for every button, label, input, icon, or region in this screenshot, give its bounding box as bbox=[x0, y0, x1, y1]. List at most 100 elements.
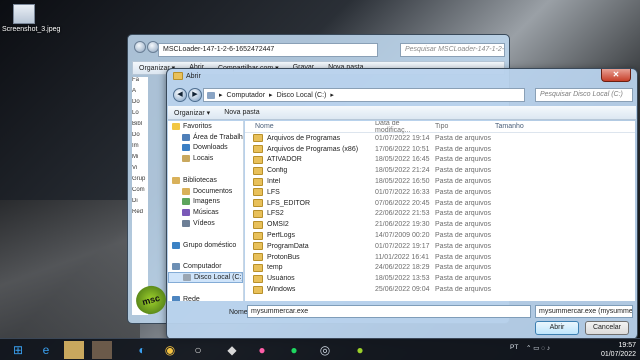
back-nav-item[interactable]: Á bbox=[132, 88, 148, 99]
back-nav-item[interactable]: Lo bbox=[132, 110, 148, 121]
file-row[interactable]: temp 24/06/2022 18:29 Pasta de arquivos bbox=[245, 263, 635, 274]
computer-icon bbox=[207, 91, 215, 99]
file-row[interactable]: OMSI2 21/06/2022 19:30 Pasta de arquivos bbox=[245, 219, 635, 230]
back-nav-item[interactable]: Do bbox=[132, 99, 148, 110]
sidebar-item-label: Computador bbox=[183, 263, 222, 271]
drive-icon bbox=[183, 274, 191, 282]
back-nav-item[interactable]: Com bbox=[132, 187, 148, 198]
sidebar-item-label: Área de Trabalho bbox=[193, 133, 243, 141]
photos-icon[interactable] bbox=[92, 341, 112, 359]
back-nav-item[interactable]: Im bbox=[132, 143, 148, 154]
file-name-text: ProtonBus bbox=[267, 253, 300, 261]
folder-icon bbox=[253, 199, 263, 208]
column-size[interactable]: Tamanho bbox=[495, 123, 535, 130]
file-type-select[interactable]: mysummercar.exe (mysummer bbox=[535, 305, 633, 318]
sidebar-item[interactable]: Rede bbox=[168, 294, 243, 301]
sidebar-item bbox=[168, 251, 243, 262]
sidebar-item[interactable]: Músicas bbox=[168, 207, 243, 218]
sidebar-item[interactable]: Grupo doméstico bbox=[168, 240, 243, 251]
file-date-cell: 17/06/2022 10:51 bbox=[375, 145, 430, 153]
file-row[interactable]: ProgramData 01/07/2022 19:17 Pasta de arqu… bbox=[245, 241, 635, 252]
file-row[interactable]: PerfLogs 14/07/2009 00:20 Pasta de arquivo… bbox=[245, 230, 635, 241]
cancel-button[interactable]: Cancelar bbox=[585, 321, 629, 335]
spotify-icon[interactable]: ● bbox=[284, 341, 304, 359]
steam-icon[interactable]: ◎ bbox=[315, 341, 335, 359]
obs-pink-icon[interactable]: ● bbox=[252, 341, 272, 359]
forward-button[interactable]: ▶ bbox=[188, 88, 202, 102]
sidebar-item[interactable]: Vídeos bbox=[168, 218, 243, 229]
dialog-toolbar: Organizar ▾ Nova pasta bbox=[168, 106, 636, 120]
organize-button[interactable]: Organizar ▾ bbox=[174, 109, 210, 117]
chrome-icon[interactable]: ◉ bbox=[160, 341, 180, 359]
back-nav-item[interactable]: Do bbox=[132, 132, 148, 143]
open-button[interactable]: Abrir bbox=[535, 321, 579, 335]
back-nav-item[interactable]: Bibl bbox=[132, 121, 148, 132]
file-name-cell: ProtonBus bbox=[245, 253, 375, 262]
file-row[interactable]: Intel 18/05/2022 16:50 Pasta de arquivos bbox=[245, 176, 635, 187]
file-row[interactable]: Config 18/05/2022 21:24 Pasta de arquivos bbox=[245, 165, 635, 176]
file-date-cell: 18/05/2022 16:50 bbox=[375, 178, 430, 186]
sidebar-item[interactable]: Documentos bbox=[168, 186, 243, 197]
sidebar-item[interactable]: Downloads bbox=[168, 143, 243, 154]
breadcrumb-computer[interactable]: Computador bbox=[227, 92, 266, 99]
language-indicator[interactable]: PT bbox=[510, 344, 518, 351]
sidebar-item[interactable]: Favoritos bbox=[168, 121, 243, 132]
sidebar-item[interactable]: Disco Local (C:) bbox=[168, 272, 243, 283]
back-button[interactable]: ◀ bbox=[173, 88, 187, 102]
sidebar-item[interactable]: Computador bbox=[168, 261, 243, 272]
back-nav-item[interactable]: Red bbox=[132, 209, 148, 220]
folder-icon bbox=[253, 274, 263, 283]
sidebar-item[interactable]: Locais bbox=[168, 153, 243, 164]
back-nav-item[interactable]: Di bbox=[132, 198, 148, 209]
file-name-cell: Config bbox=[245, 166, 375, 175]
back-nav-item[interactable]: Grup bbox=[132, 176, 148, 187]
file-row[interactable]: Windows 25/06/2022 09:04 Pasta de arquivos bbox=[245, 284, 635, 295]
msc-icon[interactable]: ● bbox=[350, 341, 370, 359]
file-row[interactable]: LFS2 22/06/2022 21:53 Pasta de arquivos bbox=[245, 209, 635, 220]
start-icon[interactable]: ⊞ bbox=[8, 341, 28, 359]
edge-icon[interactable]: e bbox=[36, 341, 56, 359]
file-row[interactable]: LFS_EDITOR 07/06/2022 20:45 Pasta de arqui… bbox=[245, 198, 635, 209]
explorer-icon[interactable] bbox=[64, 341, 84, 359]
navigation-pane: Favoritos Área de Trabalho Downloads Locais… bbox=[168, 121, 244, 301]
tray-icons[interactable]: ⌃ ▭ ◌ ♪ bbox=[526, 344, 550, 352]
address-bar[interactable]: ▸ Computador ▸ Disco Local (C:) ▸ bbox=[203, 88, 525, 102]
edge-icon[interactable]: ◐ bbox=[132, 341, 152, 359]
sidebar-item-label: Downloads bbox=[193, 144, 228, 152]
folder-icon bbox=[253, 155, 263, 164]
desktop-file-icon[interactable]: Screenshot_3.jpeg bbox=[2, 4, 60, 33]
epic-icon[interactable]: ◆ bbox=[222, 341, 242, 359]
file-row[interactable]: Arquivos de Programas (x86) 17/06/2022 10… bbox=[245, 144, 635, 155]
new-folder-button[interactable]: Nova pasta bbox=[224, 109, 259, 116]
back-nav-item[interactable]: Vi bbox=[132, 165, 148, 176]
folder-icon bbox=[253, 263, 263, 272]
back-icon[interactable] bbox=[134, 41, 146, 53]
breadcrumb-drive[interactable]: Disco Local (C:) bbox=[277, 92, 327, 99]
sidebar-item[interactable]: Bibliotecas bbox=[168, 175, 243, 186]
file-row[interactable]: Usuários 18/05/2022 13:53 Pasta de arquivo… bbox=[245, 273, 635, 284]
file-row[interactable]: ATIVADOR 18/05/2022 16:45 Pasta de arquivo… bbox=[245, 155, 635, 166]
search-input[interactable]: Pesquisar Disco Local (C:) bbox=[535, 88, 633, 102]
sidebar-item[interactable]: Imagens bbox=[168, 197, 243, 208]
folder-icon bbox=[253, 231, 263, 240]
file-row[interactable]: LFS 01/07/2022 16:33 Pasta de arquivos bbox=[245, 187, 635, 198]
folder-icon bbox=[253, 134, 263, 143]
file-type-cell: Pasta de arquivos bbox=[435, 253, 492, 261]
column-type[interactable]: Tipo bbox=[435, 123, 495, 130]
file-row[interactable]: ProtonBus 11/01/2022 16:41 Pasta de arquiv… bbox=[245, 252, 635, 263]
sidebar-item-label: Rede bbox=[183, 295, 200, 301]
forward-arrow-icon: ▶ bbox=[192, 91, 198, 98]
sidebar-item[interactable]: Área de Trabalho bbox=[168, 132, 243, 143]
cortana-icon[interactable]: ○ bbox=[188, 341, 208, 359]
file-name-input[interactable]: mysummercar.exe bbox=[247, 305, 531, 318]
back-nav-item[interactable]: Fa bbox=[132, 77, 148, 88]
back-search-input[interactable]: Pesquisar MSCLoader-147-1-2-6-1652472447 bbox=[400, 43, 505, 57]
open-file-dialog[interactable]: Abrir ✕ ◀ ▶ ▸ Computador ▸ Disco Local (… bbox=[166, 68, 638, 340]
back-nav-item[interactable]: Mi bbox=[132, 154, 148, 165]
column-name[interactable]: Nome bbox=[245, 123, 375, 130]
back-address-bar[interactable]: MSCLoader-147-1-2-6-1652472447 bbox=[158, 43, 378, 57]
column-date[interactable]: Data de modificaç... bbox=[375, 121, 435, 134]
close-button[interactable]: ✕ bbox=[601, 69, 631, 82]
file-row[interactable]: Arquivos de Programas 01/07/2022 19:14 Pas… bbox=[245, 133, 635, 144]
clock[interactable]: 19:57 01/07/2022 bbox=[601, 341, 636, 359]
